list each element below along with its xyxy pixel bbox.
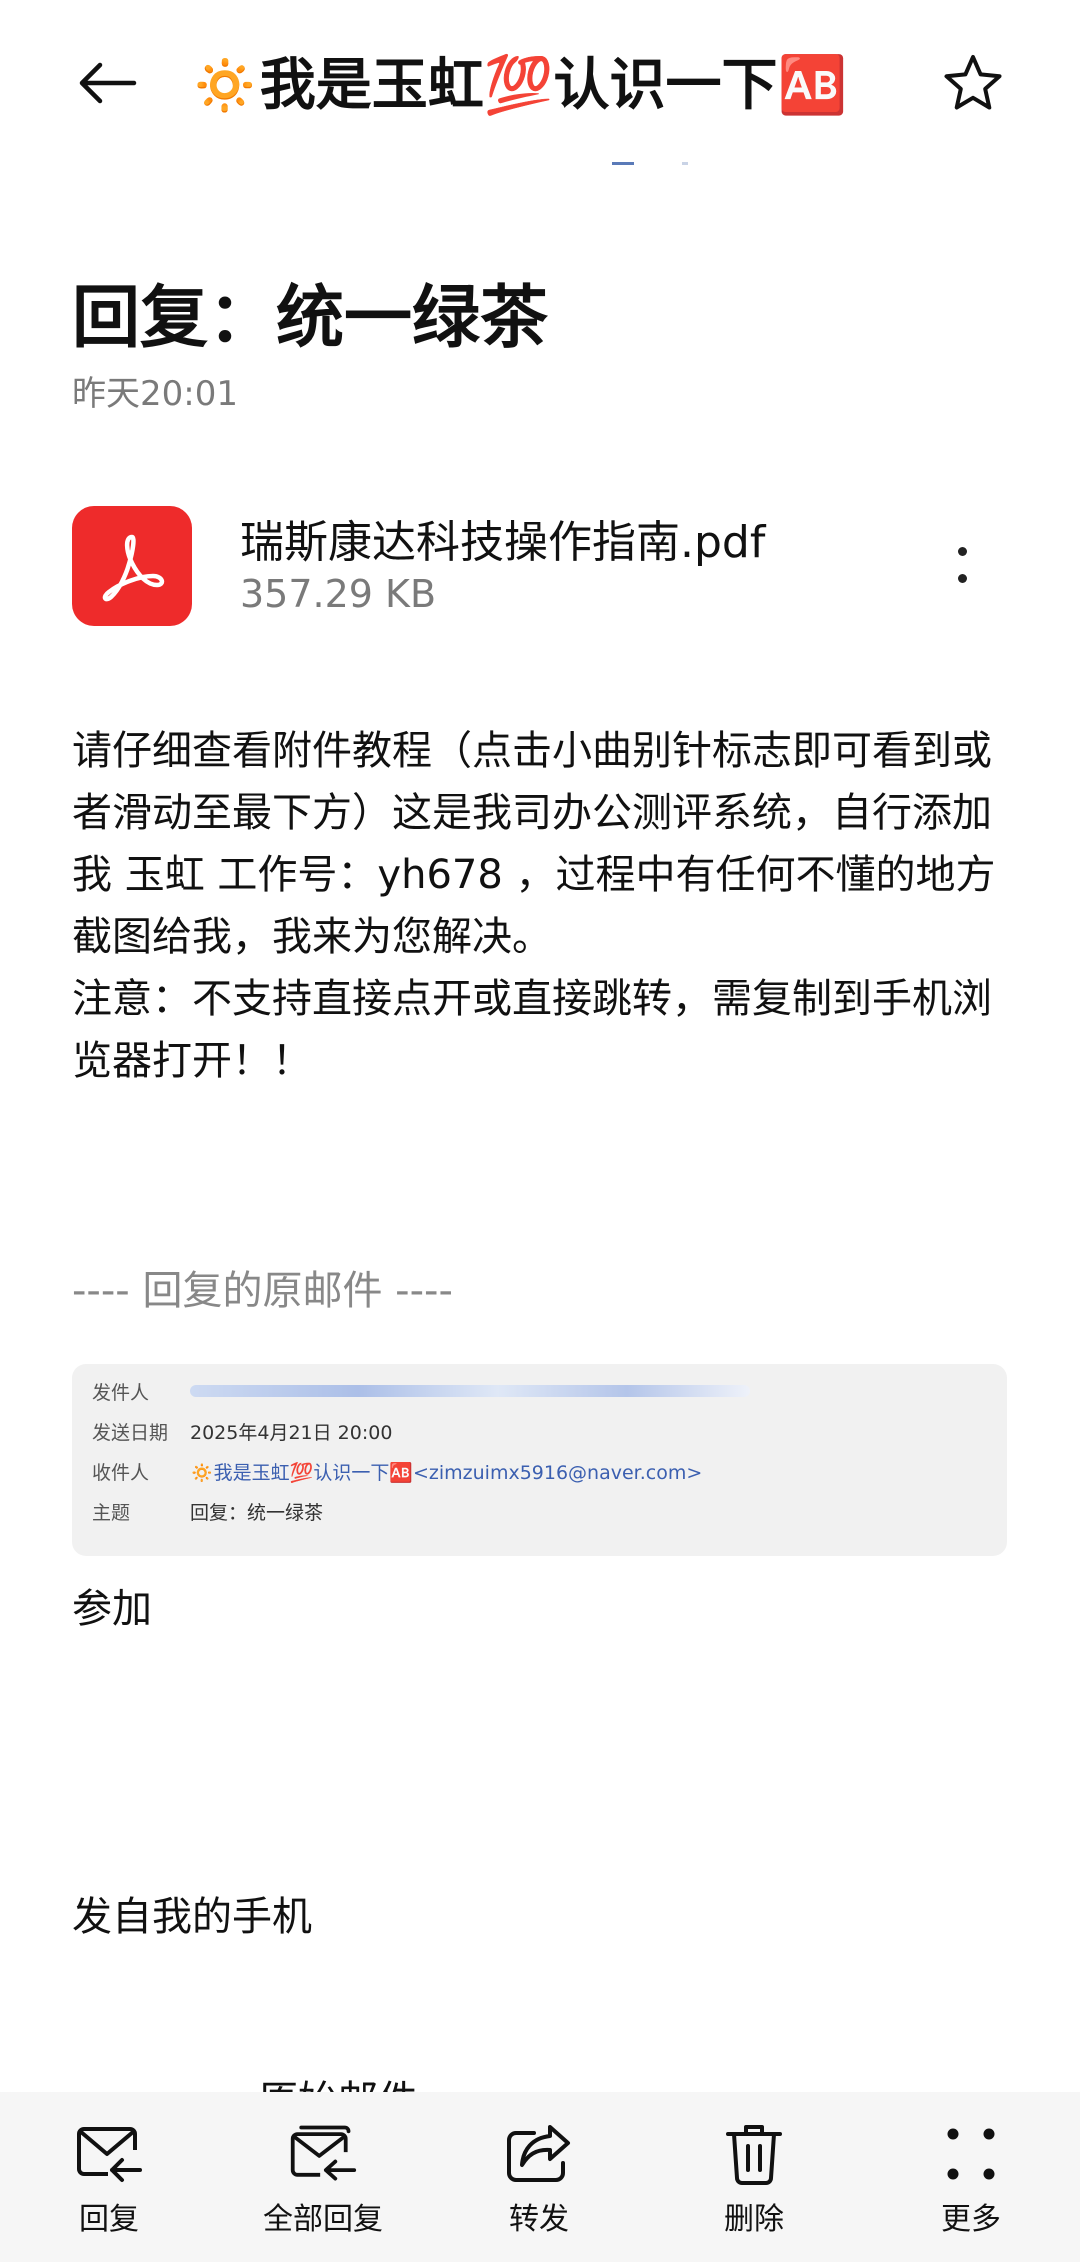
redacted-sender [190,1385,750,1397]
reply-text: 参加 [72,1586,152,1632]
forward-icon [504,2122,574,2186]
original-subject-value: 回复：统一绿茶 [190,1501,324,1524]
attachment-item[interactable]: 瑞斯康达科技操作指南.pdf 357.29 KB [72,500,1012,630]
more-label: 更多 [941,2202,1001,2237]
body-paragraph: 请仔细查看附件教程（点击小曲别针标志即可看到或者滑动至最下方）这是我司办公测评系… [72,728,996,960]
quoted-mail-header: ---- 回复的原邮件 ---- [72,1268,453,1314]
forward-button[interactable]: 转发 [464,2122,614,2242]
original-recipient-label: 收件人 [92,1461,150,1484]
delete-label: 删除 [724,2202,784,2237]
pdf-file-icon [72,506,192,626]
back-arrow-icon [79,62,137,104]
top-bar: 🔅我是玉虹💯认识一下🆎 [0,0,1080,160]
body-paragraph: 注意：不支持直接点开或直接跳转，需复制到手机浏览器打开！！ [72,976,992,1084]
star-icon [944,55,1002,110]
more-button[interactable]: 更多 [896,2122,1046,2242]
reply-all-icon [288,2122,358,2186]
original-mail-box: 发件人 发送日期 2025年4月21日 20:00 收件人 🔅我是玉虹💯认识一下… [72,1364,1007,1556]
back-button[interactable] [72,48,142,118]
mail-subject: 回复：统一绿茶 [72,279,549,358]
attachment-name[interactable]: 瑞斯康达科技操作指南.pdf [240,506,765,570]
original-subject-row: 主题 回复：统一绿茶 [92,1496,323,1526]
scroll-indicator [612,162,634,165]
header-title: 🔅我是玉虹💯认识一下🆎 [190,52,848,118]
bottom-toolbar: 回复 全部回复 转发 删除 更多 [0,2092,1080,2262]
reply-all-label: 全部回复 [263,2202,383,2237]
more-dot-icon [957,574,967,583]
mail-signature: 发自我的手机 [72,1894,312,1940]
scroll-indicator-dot [682,162,688,165]
more-dot-icon [957,547,967,556]
attachment-more-button[interactable] [932,530,992,600]
reply-all-button[interactable]: 全部回复 [248,2122,398,2242]
delete-button[interactable]: 删除 [679,2122,829,2242]
original-sender-row: 发件人 [92,1376,750,1406]
original-date-value: 2025年4月21日 20:00 [190,1421,393,1444]
reply-button[interactable]: 回复 [34,2122,184,2242]
more-icon [936,2122,1006,2186]
star-button[interactable] [938,48,1008,118]
reply-label: 回复 [79,2202,139,2237]
original-sender-label: 发件人 [92,1381,150,1404]
mail-date: 昨天20:01 [72,374,238,414]
forward-label: 转发 [509,2202,569,2237]
original-subject-label: 主题 [92,1501,131,1524]
original-recipient-value[interactable]: 🔅我是玉虹💯认识一下🆎<zimzuimx5916@naver.com> [190,1458,702,1485]
mail-body: 请仔细查看附件教程（点击小曲别针标志即可看到或者滑动至最下方）这是我司办公测评系… [72,720,1012,1092]
attachment-size: 357.29 KB [240,572,437,616]
original-date-label: 发送日期 [92,1421,169,1444]
original-date-row: 发送日期 2025年4月21日 20:00 [92,1416,392,1446]
reply-icon [74,2122,144,2186]
trash-icon [719,2122,789,2186]
original-recipient-row: 收件人 🔅我是玉虹💯认识一下🆎<zimzuimx5916@naver.com> [92,1456,702,1486]
